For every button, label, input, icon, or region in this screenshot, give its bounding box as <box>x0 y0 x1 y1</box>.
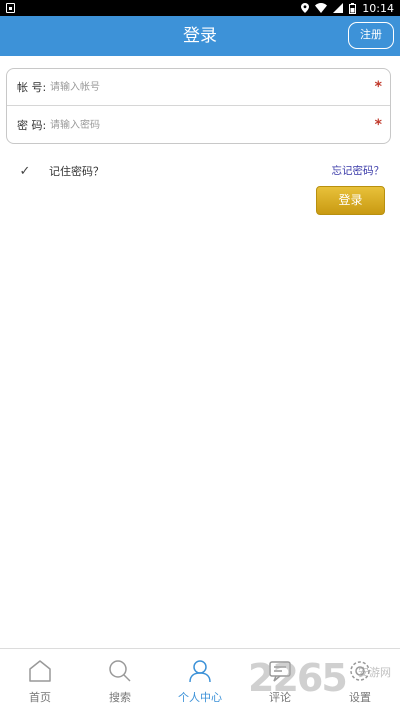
nav-label-profile: 个人中心 <box>178 691 222 704</box>
wifi-icon <box>315 3 328 13</box>
account-row: 帐 号: * <box>7 69 390 106</box>
remember-checkbox[interactable]: ✓ <box>18 164 32 179</box>
settings-icon <box>350 661 370 681</box>
bottom-nav: 首页 搜索 个人中心 评论 设置 <box>0 648 400 710</box>
location-icon <box>301 3 310 13</box>
password-label: 密 码: <box>17 119 47 132</box>
remember-row: ✓ 记住密码？ <box>18 160 104 182</box>
search-icon <box>109 660 131 682</box>
login-form: 帐 号: * 密 码: * <box>6 68 391 144</box>
comment-icon <box>269 661 291 682</box>
account-required-mark: * <box>374 79 382 95</box>
nav-item-home[interactable]: 首页 <box>0 649 80 710</box>
password-input[interactable] <box>50 116 350 135</box>
nav-item-settings[interactable]: 设置 <box>320 649 400 710</box>
status-icons: 10:14 <box>301 0 394 16</box>
nav-item-comments[interactable]: 评论 <box>240 649 320 710</box>
nav-label-search: 搜索 <box>109 691 131 704</box>
page-title: 登录 <box>183 26 217 46</box>
register-button[interactable]: 注册 <box>348 22 394 49</box>
battery-icon <box>349 2 357 14</box>
nav-label-home: 首页 <box>29 691 51 704</box>
home-icon <box>29 660 51 682</box>
clock: 10:14 <box>362 1 394 15</box>
password-required-mark: * <box>374 117 382 133</box>
nav-item-profile[interactable]: 个人中心 <box>160 649 240 710</box>
account-label: 帐 号: <box>17 81 47 94</box>
password-row: 密 码: * <box>7 107 390 144</box>
signal-icon <box>333 3 344 13</box>
notification-icon <box>6 3 15 13</box>
login-button[interactable]: 登录 <box>316 186 385 215</box>
nav-label-comments: 评论 <box>269 691 291 704</box>
forgot-password-link[interactable]: 忘记密码？ <box>332 163 385 178</box>
status-bar: 10:14 <box>0 0 400 16</box>
nav-item-search[interactable]: 搜索 <box>80 649 160 710</box>
app-bar: 登录 注册 <box>0 16 400 56</box>
nav-label-settings: 设置 <box>349 691 371 704</box>
account-input[interactable] <box>50 78 350 97</box>
user-icon <box>189 660 211 683</box>
remember-label[interactable]: 记住密码？ <box>49 163 104 179</box>
